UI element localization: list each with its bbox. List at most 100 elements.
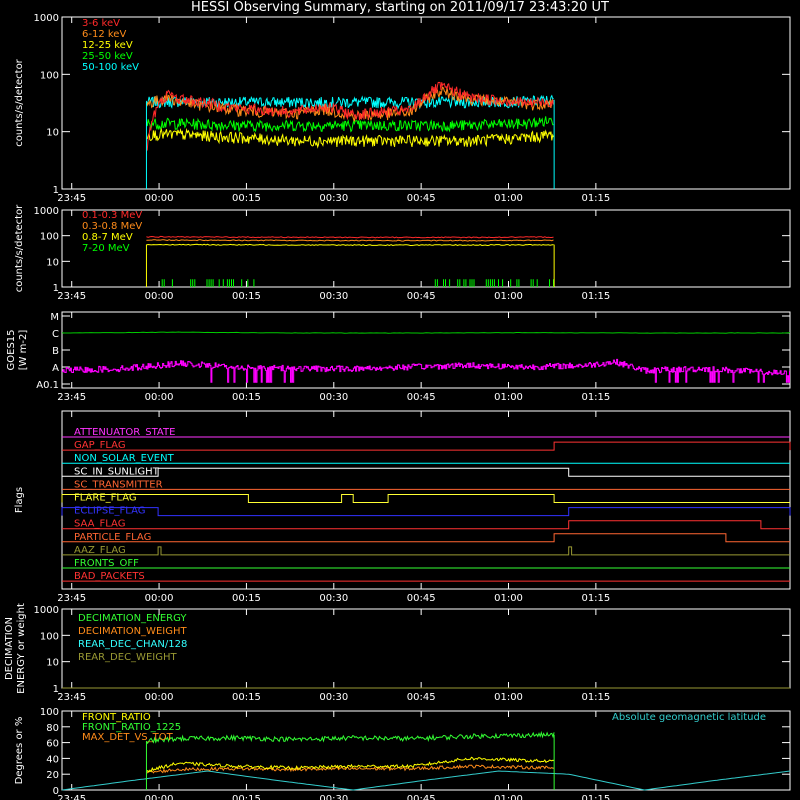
time-tick-label: 23:45 bbox=[57, 794, 86, 800]
flag-trace-aaz-flag bbox=[62, 546, 790, 556]
flag-label-sc-in-sunlight: SC_IN_SUNLIGHT bbox=[74, 466, 160, 477]
y-tick-label: B bbox=[52, 346, 59, 357]
series-line-0-8-7-mev bbox=[146, 243, 554, 247]
legend-entry-12-25-kev: 12-25 keV bbox=[82, 40, 133, 51]
y-tick-label: 20 bbox=[46, 770, 59, 781]
flag-label-fronts-off: FRONTS_OFF bbox=[74, 558, 139, 569]
y-tick-label: 10 bbox=[46, 128, 59, 139]
legend-entry-decimation-weight: DECIMATION_WEIGHT bbox=[78, 626, 187, 637]
flag-trace-saa-flag bbox=[62, 520, 790, 530]
y-axis-label-5: Degrees or % bbox=[14, 717, 25, 785]
time-tick-label: 23:45 bbox=[57, 692, 86, 703]
legend-entry-0-8-7-mev: 0.8-7 MeV bbox=[82, 232, 133, 243]
time-tick-label: 00:30 bbox=[319, 193, 348, 204]
time-tick-label: 01:00 bbox=[494, 593, 523, 604]
time-tick-label: 00:30 bbox=[319, 593, 348, 604]
time-tick-label: 00:00 bbox=[145, 593, 174, 604]
legend-entry-0-3-0-8-mev: 0.3-0.8 MeV bbox=[82, 221, 142, 232]
time-tick-label: 01:15 bbox=[581, 291, 610, 302]
y-tick-label: 100 bbox=[40, 232, 59, 243]
time-tick-label: 00:45 bbox=[407, 692, 436, 703]
time-tick-label: 01:15 bbox=[581, 392, 610, 403]
time-tick-label: 00:15 bbox=[232, 593, 261, 604]
time-tick-label: 00:45 bbox=[407, 291, 436, 302]
time-tick-label: 00:45 bbox=[407, 794, 436, 800]
flag-label-attenuator-state: ATTENUATOR_STATE bbox=[74, 427, 175, 438]
y-axis-label-4b: ENERGY or weight bbox=[16, 603, 27, 694]
time-tick-label: 00:30 bbox=[319, 291, 348, 302]
flag-trace-flare-flag bbox=[61, 494, 790, 503]
time-tick-label: 01:15 bbox=[581, 193, 610, 204]
y-tick-label: C bbox=[52, 329, 59, 340]
flag-label-particle-flag: PARTICLE_FLAG bbox=[74, 532, 151, 543]
time-tick-label: 00:15 bbox=[232, 692, 261, 703]
time-tick-label: 00:30 bbox=[319, 794, 348, 800]
time-tick-label: 01:15 bbox=[581, 593, 610, 604]
legend-entry-6-12-kev: 6-12 keV bbox=[82, 29, 126, 40]
y-tick-label: 100 bbox=[40, 707, 59, 718]
time-tick-label: 00:00 bbox=[145, 794, 174, 800]
flag-label-bad-packets: BAD_PACKETS bbox=[74, 571, 145, 582]
time-tick-label: 00:45 bbox=[407, 593, 436, 604]
y-tick-label: 10 bbox=[46, 658, 59, 669]
time-tick-label: 00:15 bbox=[232, 193, 261, 204]
y-axis-label-2: GOES15 bbox=[6, 329, 17, 370]
time-tick-label: 00:45 bbox=[407, 193, 436, 204]
flag-label-sc-transmitter: SC_TRANSMITTER bbox=[74, 479, 163, 490]
time-tick-label: 00:30 bbox=[319, 392, 348, 403]
annotation-geomagnetic-latitude: Absolute geomagnetic latitude bbox=[612, 712, 766, 723]
time-tick-label: 00:00 bbox=[145, 692, 174, 703]
y-tick-label: A0.1 bbox=[36, 380, 59, 391]
time-tick-label: 23:45 bbox=[57, 291, 86, 302]
y-tick-label: 0 bbox=[53, 786, 59, 797]
y-tick-label: 10 bbox=[46, 257, 59, 268]
legend-entry-rear-dec-weight: REAR_DEC_WEIGHT bbox=[78, 652, 177, 663]
time-tick-label: 00:30 bbox=[319, 692, 348, 703]
y-tick-label: M bbox=[50, 312, 59, 323]
panel-frame-1 bbox=[61, 209, 791, 288]
time-tick-label: 01:00 bbox=[494, 692, 523, 703]
legend-entry-50-100-kev: 50-100 keV bbox=[82, 62, 139, 73]
time-tick-label: 00:15 bbox=[232, 291, 261, 302]
flag-label-aaz-flag: AAZ_FLAG bbox=[74, 545, 126, 556]
panel-frame-0 bbox=[61, 16, 791, 190]
legend-entry-rear-dec-chan-128: REAR_DEC_CHAN/128 bbox=[78, 639, 187, 650]
legend-entry-3-6-kev: 3-6 keV bbox=[82, 18, 120, 29]
time-tick-label: 23:45 bbox=[57, 593, 86, 604]
time-tick-label: 01:00 bbox=[494, 794, 523, 800]
flag-trace-gap-flag bbox=[62, 441, 791, 451]
y-tick-label: 1 bbox=[53, 185, 59, 196]
time-tick-label: 01:15 bbox=[581, 794, 610, 800]
y-axis-label-1: counts/s/detector bbox=[14, 204, 25, 292]
y-axis-unit-2: [W m-2] bbox=[18, 330, 29, 371]
y-tick-label: 1 bbox=[53, 684, 59, 695]
y-tick-label: 80 bbox=[46, 723, 59, 734]
y-tick-label: 100 bbox=[40, 70, 59, 81]
y-tick-label: 40 bbox=[46, 754, 59, 765]
hessi-summary-plots: 23:45 00:00 00:15 00:30 00:45 01:00 01:1511010… bbox=[4, 13, 791, 800]
y-tick-label: A bbox=[52, 363, 59, 374]
y-axis-label-4: DECIMATION bbox=[4, 617, 15, 680]
flag-trace-eclipse-flag bbox=[61, 507, 791, 517]
flag-trace-particle-flag bbox=[62, 533, 790, 543]
legend-entry-7-20-mev: 7-20 MeV bbox=[82, 243, 130, 254]
y-tick-label: 1 bbox=[53, 283, 59, 294]
series-line-12-25-kev bbox=[146, 127, 554, 149]
y-axis-label-0: counts/s/detector bbox=[14, 58, 25, 146]
y-axis-label-3: Flags bbox=[14, 487, 25, 513]
time-tick-label: 01:00 bbox=[494, 291, 523, 302]
flag-trace-sc-in-sunlight bbox=[62, 467, 790, 477]
series-line-goes-short bbox=[62, 358, 790, 383]
time-tick-label: 01:15 bbox=[581, 692, 610, 703]
legend-entry-decimation-energy: DECIMATION_ENERGY bbox=[78, 613, 187, 624]
legend-entry-0-1-0-3-mev: 0.1-0.3 MeV bbox=[82, 210, 142, 221]
series-line-front-ratio-1225 bbox=[145, 730, 555, 745]
series-line-25-50-kev bbox=[145, 116, 554, 133]
y-tick-label: 1000 bbox=[34, 605, 59, 616]
flag-label-saa-flag: SAA_FLAG bbox=[74, 519, 125, 530]
time-tick-label: 23:45 bbox=[57, 193, 86, 204]
y-tick-label: 1000 bbox=[34, 206, 59, 217]
time-tick-label: 01:00 bbox=[494, 392, 523, 403]
series-line-7-20-mev bbox=[161, 279, 554, 287]
time-tick-label: 00:45 bbox=[407, 392, 436, 403]
